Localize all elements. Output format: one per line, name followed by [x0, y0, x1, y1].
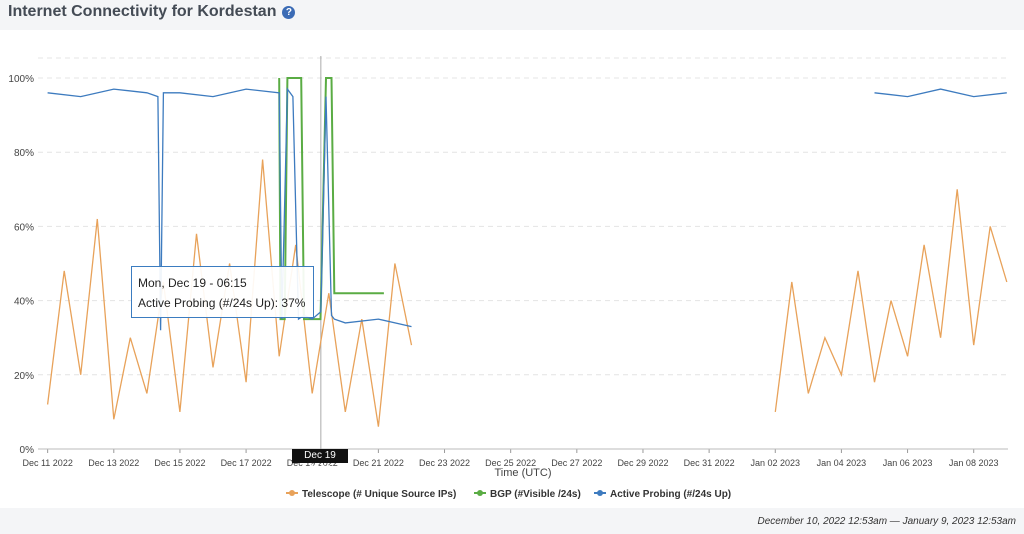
date-range-label: December 10, 2022 12:53am — January 9, 2…	[757, 516, 1017, 527]
y-tick-label: 80%	[14, 148, 34, 159]
y-tick-label: 100%	[8, 74, 34, 85]
x-axis-title: Time (UTC)	[494, 467, 551, 479]
x-tick-label: Dec 23 2022	[419, 458, 470, 468]
x-tick-label: Dec 17 2022	[221, 458, 272, 468]
y-tick-label: 0%	[20, 445, 35, 456]
tooltip-value: Active Probing (#/24s Up): 37%	[138, 296, 306, 310]
x-tick-label: Jan 06 2023	[883, 458, 933, 468]
chart-tooltip: Mon, Dec 19 - 06:15 Active Probing (#/24…	[131, 266, 314, 318]
legend-label-0: Telescope (# Unique Source IPs)	[302, 489, 456, 500]
x-tick-label: Dec 27 2022	[551, 458, 602, 468]
legend-marker-0	[289, 490, 295, 496]
x-tick-label: Dec 21 2022	[353, 458, 404, 468]
crosshair-date-label: Dec 19 2022	[292, 449, 348, 475]
tooltip-time: Mon, Dec 19 - 06:15	[138, 276, 247, 290]
legend-marker-2	[597, 490, 603, 496]
y-tick-label: 20%	[14, 371, 34, 382]
x-tick-label: Jan 02 2023	[750, 458, 800, 468]
legend-marker-1	[477, 490, 483, 496]
y-tick-label: 40%	[14, 297, 34, 308]
x-tick-label: Dec 11 2022	[22, 458, 72, 468]
y-tick-label: 60%	[14, 222, 34, 233]
x-tick-label: Jan 08 2023	[949, 458, 999, 468]
x-tick-label: Dec 29 2022	[617, 458, 668, 468]
x-tick-label: Jan 04 2023	[817, 458, 867, 468]
x-tick-label: Dec 31 2022	[684, 458, 735, 468]
series-line-1	[279, 78, 1007, 319]
legend-label-1: BGP (#Visible /24s)	[490, 489, 581, 500]
x-tick-label: Dec 13 2022	[88, 458, 139, 468]
x-tick-label: Dec 15 2022	[154, 458, 205, 468]
legend-label-2: Active Probing (#/24s Up)	[610, 489, 731, 500]
connectivity-chart[interactable]: 0% 20% 40% 60% 80% 100% Dec 11 2022 Dec 13 2022…	[0, 0, 1024, 516]
